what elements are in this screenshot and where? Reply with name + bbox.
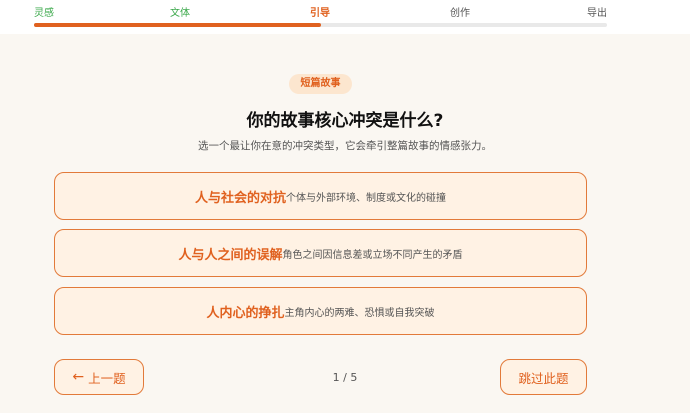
step-indicator: 灵感 文体 引导 创作 导出 [34, 8, 607, 22]
option-title: 人与人之间的误解 [178, 247, 283, 263]
step-guide[interactable]: 引导 [310, 8, 330, 20]
option-desc: 角色之间因信息差或立场不同产生的矛盾 [282, 249, 463, 261]
option-title: 人内心的挣扎 [206, 305, 285, 321]
progress-fill [34, 23, 321, 27]
progress-track [34, 23, 607, 27]
skip-question-button[interactable]: 跳过此题 [500, 359, 587, 395]
top-bar: 灵感 文体 引导 创作 导出 [0, 0, 690, 34]
step-create[interactable]: 创作 [450, 8, 470, 20]
option-desc: 主角内心的两难、恐惧或自我突破 [284, 307, 435, 319]
option-interpersonal-misunderstanding[interactable]: 人与人之间的误解 角色之间因信息差或立场不同产生的矛盾 [54, 229, 587, 277]
option-title: 人与社会的对抗 [194, 190, 286, 206]
genre-tag: 短篇故事 [289, 74, 352, 94]
option-society-conflict[interactable]: 人与社会的对抗 个体与外部环境、制度或文化的碰撞 [54, 172, 587, 220]
step-genre[interactable]: 文体 [170, 8, 190, 20]
step-inspiration[interactable]: 灵感 [34, 8, 54, 20]
question-title: 你的故事核心冲突是什么? [246, 111, 444, 131]
option-desc: 个体与外部环境、制度或文化的碰撞 [286, 192, 446, 204]
question-subtitle: 选一个最让你在意的冲突类型，它会牵引整篇故事的情感张力。 [198, 140, 492, 152]
option-inner-struggle[interactable]: 人内心的挣扎 主角内心的两难、恐惧或自我突破 [54, 287, 587, 335]
step-export[interactable]: 导出 [587, 8, 607, 20]
skip-label: 跳过此题 [518, 370, 569, 386]
